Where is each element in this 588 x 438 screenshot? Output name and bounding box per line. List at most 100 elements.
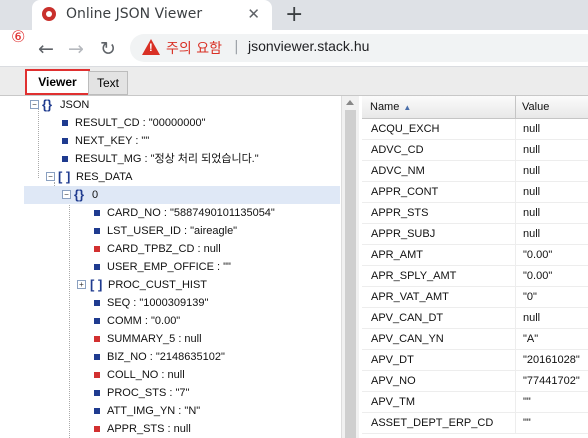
- value-icon: [94, 390, 100, 396]
- tree-node-result-mg[interactable]: RESULT_MG : "정상 처리 되었습니다.": [24, 150, 340, 168]
- address-bar[interactable]: ! 주의 요함 | jsonviewer.stack.hu: [130, 34, 588, 62]
- tree-node[interactable]: APPR_STS : null: [24, 420, 340, 438]
- tree-node[interactable]: CARD_NO : "5887490101135054": [24, 204, 340, 222]
- grid-row[interactable]: APPR_SUBJ null: [362, 224, 588, 245]
- value-icon: [94, 264, 100, 270]
- value-icon: [94, 228, 100, 234]
- value-icon: [94, 354, 100, 360]
- grid-cell-value: "A": [523, 333, 539, 345]
- tree-node-index-0[interactable]: − {} 0: [24, 186, 340, 204]
- grid-cell-name: APPR_CONT: [371, 186, 439, 198]
- tree-node-res-data[interactable]: − [ ] RES_DATA: [24, 168, 340, 186]
- value-icon: [94, 318, 100, 324]
- new-tab-button[interactable]: +: [285, 2, 303, 27]
- grid-row[interactable]: APPR_STS null: [362, 203, 588, 224]
- reload-icon[interactable]: ↻: [100, 38, 116, 60]
- tree-node[interactable]: COMM : "0.00": [24, 312, 340, 330]
- tree-node[interactable]: BIZ_NO : "2148635102": [24, 348, 340, 366]
- grid-row[interactable]: ASSET_DEPT_ERP_CD "": [362, 413, 588, 434]
- address-separator: |: [234, 39, 239, 55]
- grid-row[interactable]: ADVC_NM null: [362, 161, 588, 182]
- grid-cell-value: "0.00": [523, 249, 553, 261]
- grid-cell-value: "": [523, 396, 531, 408]
- grid-row[interactable]: APV_NO "77441702": [362, 371, 588, 392]
- grid-cell-value: "": [523, 417, 531, 429]
- viewer-tab-strip: Viewer Text: [0, 67, 588, 96]
- tree-node[interactable]: SEQ : "1000309139": [24, 294, 340, 312]
- tree-node[interactable]: +[ ] PROC_CUST_HIST: [24, 276, 340, 294]
- tree-node-next-key[interactable]: NEXT_KEY : "": [24, 132, 340, 150]
- value-icon: [94, 300, 100, 306]
- grid-row[interactable]: APR_AMT "0.00": [362, 245, 588, 266]
- browser-tab-strip: Online JSON Viewer ✕ +: [0, 0, 588, 30]
- tree-node-label: JSON: [60, 99, 90, 111]
- property-grid: Name ▲ Value ACQU_EXCH null ADVC_CD null ADVC…: [362, 96, 588, 438]
- grid-row[interactable]: APPR_CONT null: [362, 182, 588, 203]
- value-icon: [62, 138, 68, 144]
- forward-arrow-icon[interactable]: →: [68, 38, 84, 60]
- grid-row[interactable]: APV_CAN_YN "A": [362, 329, 588, 350]
- object-icon: {}: [42, 97, 53, 112]
- grid-row[interactable]: APV_TM "": [362, 392, 588, 413]
- grid-cell-name: APV_CAN_DT: [371, 312, 444, 324]
- tree-node[interactable]: ATT_IMG_YN : "N": [24, 402, 340, 420]
- scroll-thumb[interactable]: [345, 110, 356, 438]
- site-favicon-icon: [42, 7, 56, 21]
- tab-text[interactable]: Text: [88, 71, 128, 95]
- grid-row[interactable]: ADVC_CD null: [362, 140, 588, 161]
- column-header-value[interactable]: Value: [522, 101, 549, 113]
- grid-cell-value: null: [523, 228, 541, 240]
- grid-cell-name: APV_TM: [371, 396, 416, 408]
- value-icon: [94, 408, 100, 414]
- scroll-up-arrow-icon[interactable]: [346, 100, 354, 105]
- tree-node[interactable]: COLL_NO : null: [24, 366, 340, 384]
- value-icon: [94, 372, 100, 378]
- security-warning-text[interactable]: 주의 요함: [166, 38, 222, 58]
- grid-header: Name ▲ Value: [362, 96, 588, 119]
- value-icon: [94, 336, 100, 342]
- expand-icon[interactable]: +: [77, 280, 86, 289]
- tree-scrollbar[interactable]: [341, 96, 359, 438]
- json-tree: − {} JSON RESULT_CD : "00000000" NEXT_KE…: [24, 96, 340, 438]
- grid-cell-value: "77441702": [523, 375, 580, 387]
- grid-cell-value: null: [523, 144, 541, 156]
- grid-cell-value: null: [523, 207, 541, 219]
- tree-node-root[interactable]: − {} JSON: [24, 96, 340, 114]
- value-icon: [94, 246, 100, 252]
- grid-cell-name: APV_CAN_YN: [371, 333, 444, 345]
- grid-row[interactable]: APR_SPLY_AMT "0.00": [362, 266, 588, 287]
- array-icon: [ ]: [90, 277, 103, 292]
- url-text[interactable]: jsonviewer.stack.hu: [248, 38, 369, 54]
- grid-cell-value: "0": [523, 291, 537, 303]
- tree-node[interactable]: LST_USER_ID : "aireagle": [24, 222, 340, 240]
- tree-node[interactable]: SUMMARY_5 : null: [24, 330, 340, 348]
- tree-node[interactable]: CARD_TPBZ_CD : null: [24, 240, 340, 258]
- grid-row[interactable]: APV_DT "20161028": [362, 350, 588, 371]
- grid-cell-value: "20161028": [523, 354, 580, 366]
- collapse-icon[interactable]: −: [62, 190, 71, 199]
- tab-title: Online JSON Viewer: [66, 6, 203, 22]
- object-icon: {}: [74, 187, 85, 202]
- grid-row[interactable]: APR_VAT_AMT "0": [362, 287, 588, 308]
- grid-cell-name: ASSET_DEPT_ERP_CD: [371, 417, 494, 429]
- grid-cell-name: APPR_SUBJ: [371, 228, 436, 240]
- tree-node[interactable]: USER_EMP_OFFICE : "": [24, 258, 340, 276]
- tab-viewer[interactable]: Viewer: [25, 69, 90, 95]
- grid-cell-name: APV_NO: [371, 375, 416, 387]
- tree-node-result-cd[interactable]: RESULT_CD : "00000000": [24, 114, 340, 132]
- grid-cell-name: APR_SPLY_AMT: [371, 270, 457, 282]
- grid-cell-value: null: [523, 312, 541, 324]
- grid-row[interactable]: APV_CAN_DT null: [362, 308, 588, 329]
- grid-cell-name: APPR_STS: [371, 207, 429, 219]
- array-icon: [ ]: [58, 169, 71, 184]
- collapse-icon[interactable]: −: [46, 172, 55, 181]
- grid-cell-name: APV_DT: [371, 354, 414, 366]
- back-arrow-icon[interactable]: ←: [38, 38, 54, 60]
- column-header-name[interactable]: Name ▲: [370, 101, 411, 113]
- tree-node[interactable]: PROC_STS : "7": [24, 384, 340, 402]
- grid-row[interactable]: ACQU_EXCH null: [362, 119, 588, 140]
- close-tab-icon[interactable]: ✕: [247, 5, 260, 23]
- browser-tab[interactable]: Online JSON Viewer ✕: [32, 0, 272, 30]
- collapse-icon[interactable]: −: [30, 100, 39, 109]
- value-icon: [94, 210, 100, 216]
